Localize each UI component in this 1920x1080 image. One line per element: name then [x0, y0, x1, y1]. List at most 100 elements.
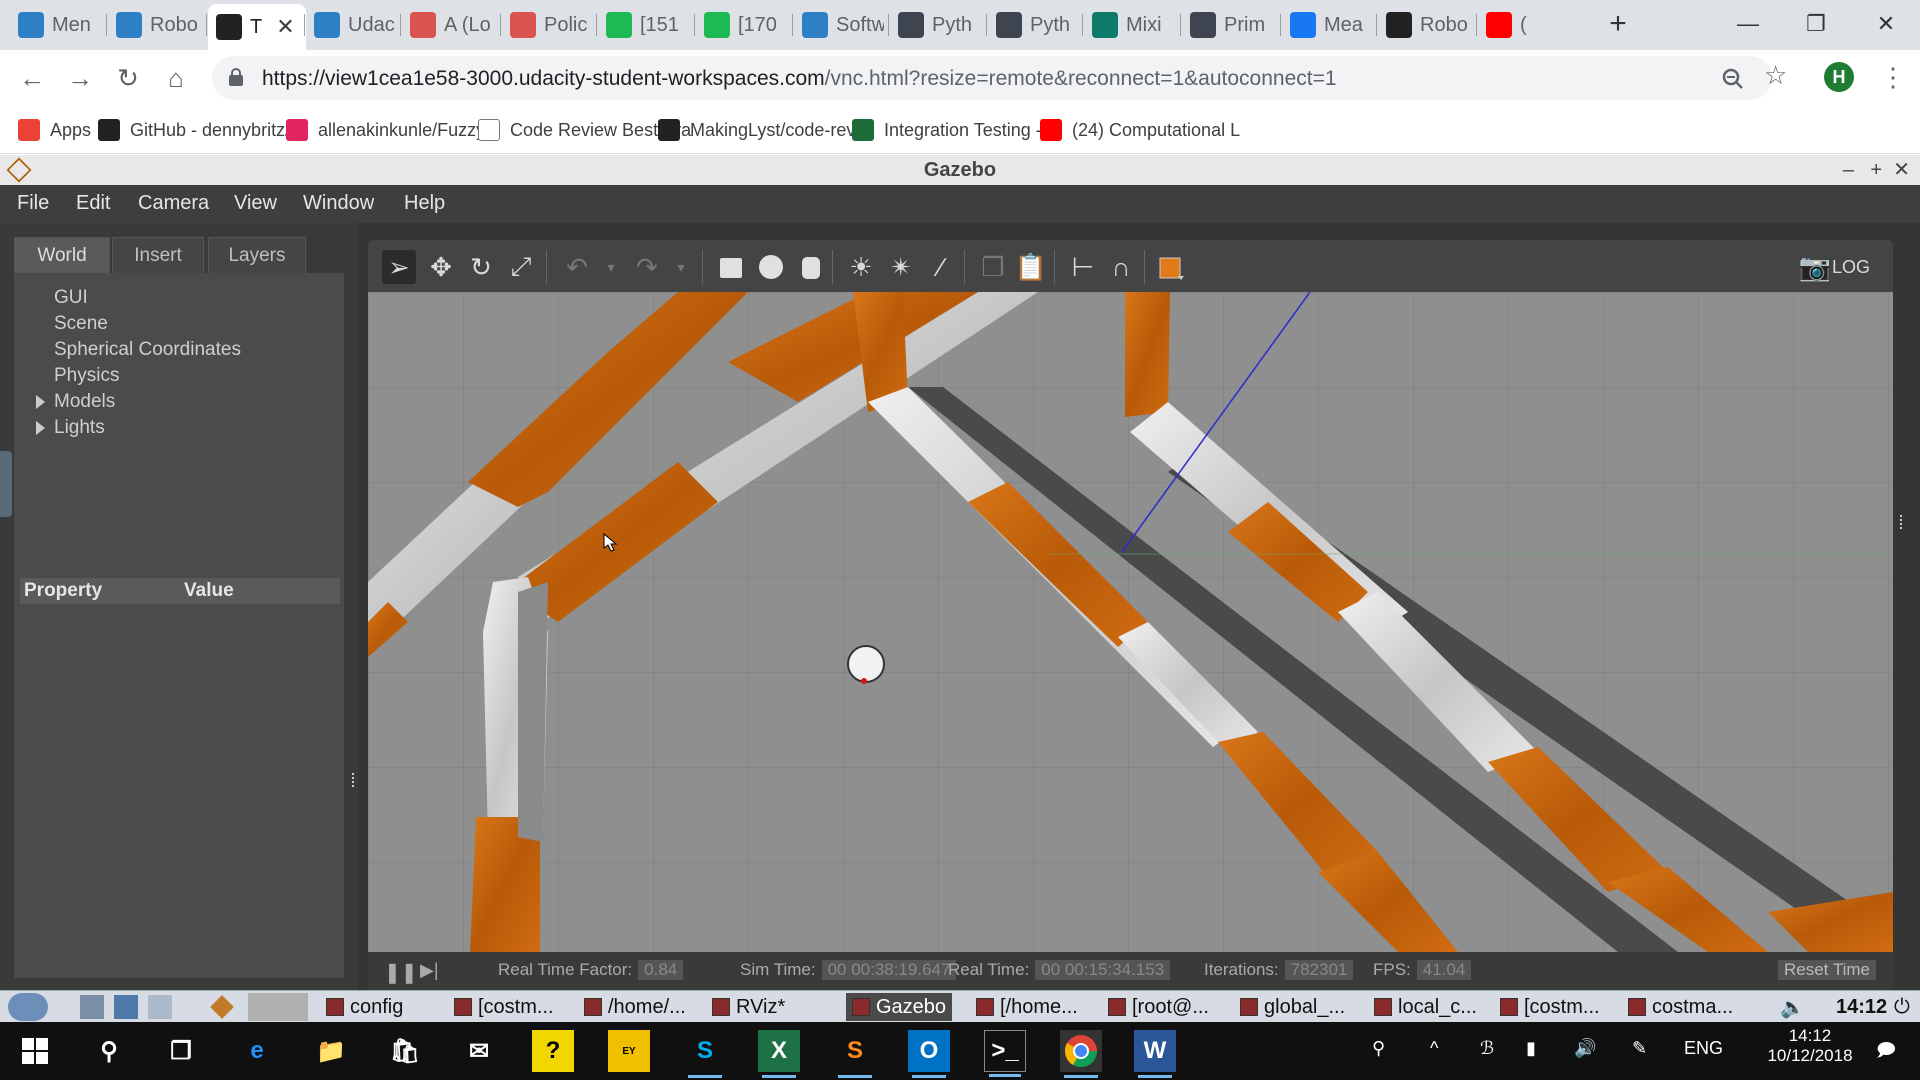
simulation-scene[interactable]: [368, 292, 1893, 952]
terminal-launcher-icon[interactable]: [148, 995, 172, 1019]
vnc-task-item[interactable]: local_c...: [1374, 993, 1477, 1021]
zoom-icon[interactable]: [1722, 68, 1744, 90]
restore-button[interactable]: ❐: [1786, 6, 1846, 42]
copy-icon[interactable]: ❐: [976, 250, 1010, 284]
new-tab-button[interactable]: +: [1588, 6, 1648, 42]
tab-13[interactable]: Mea: [1282, 6, 1372, 44]
tab-15[interactable]: (: [1478, 6, 1558, 44]
desktop-icon[interactable]: [114, 995, 138, 1019]
vnc-task-item[interactable]: /home/...: [584, 993, 686, 1021]
edge-icon[interactable]: e: [236, 1030, 278, 1072]
forward-button[interactable]: →: [62, 60, 98, 96]
screenshot-icon[interactable]: 📷: [1798, 250, 1832, 284]
power-icon[interactable]: ⏻: [1894, 993, 1910, 1021]
redo-icon[interactable]: ↷: [630, 250, 664, 284]
file-explorer-icon[interactable]: 📁: [310, 1030, 352, 1072]
log-icon[interactable]: LOG: [1832, 250, 1870, 284]
chrome-icon[interactable]: [1060, 1030, 1102, 1078]
tab-1[interactable]: Robo: [108, 6, 200, 44]
url-input[interactable]: https://view1cea1e58-3000.udacity-studen…: [212, 56, 1772, 100]
vnc-task-item[interactable]: costma...: [1628, 993, 1733, 1021]
tree-item-gui[interactable]: GUI: [54, 287, 88, 309]
undo-icon[interactable]: ↶: [560, 250, 594, 284]
paste-icon[interactable]: 📋: [1014, 250, 1048, 284]
volume-icon[interactable]: 🔈: [1780, 993, 1805, 1021]
cylinder-shape-icon[interactable]: [794, 250, 828, 284]
pause-icon[interactable]: ❚❚: [384, 960, 418, 985]
tab-10[interactable]: Pyth: [988, 6, 1078, 44]
tab-6[interactable]: [151: [598, 6, 688, 44]
menu-camera[interactable]: Camera: [138, 192, 209, 215]
undo-dropdown-icon[interactable]: ▾: [594, 250, 628, 284]
close-window-button[interactable]: ✕: [1856, 6, 1916, 42]
vnc-task-item[interactable]: global_...: [1240, 993, 1345, 1021]
menu-kebab-icon[interactable]: ⋮: [1880, 62, 1906, 93]
menu-file[interactable]: File: [17, 192, 49, 215]
robot-model[interactable]: [847, 645, 885, 683]
tab-layers[interactable]: Layers: [208, 237, 306, 273]
tab-insert[interactable]: Insert: [112, 237, 204, 273]
gazebo-launcher-icon[interactable]: [210, 995, 234, 1019]
bookmark-item[interactable]: Apps: [18, 116, 91, 144]
menu-edit[interactable]: Edit: [76, 192, 110, 215]
tab-0[interactable]: Men: [10, 6, 98, 44]
tab-close-icon[interactable]: ✕: [276, 14, 294, 40]
gz-minimize-icon[interactable]: –: [1843, 155, 1854, 185]
side-collapse-handle[interactable]: [0, 451, 12, 517]
volume-tray-icon[interactable]: 🔊: [1574, 1038, 1596, 1059]
store-icon[interactable]: 🛍: [384, 1030, 426, 1072]
select-mode-icon[interactable]: ➢: [382, 250, 416, 284]
rotate-mode-icon[interactable]: ↻: [464, 250, 498, 284]
search-icon[interactable]: ⚲: [88, 1030, 130, 1072]
tab-9[interactable]: Pyth: [890, 6, 982, 44]
tree-item-physics[interactable]: Physics: [54, 365, 119, 387]
point-light-icon[interactable]: ☀: [844, 250, 878, 284]
directional-light-icon[interactable]: ∕: [924, 250, 958, 284]
battery-icon[interactable]: ▮: [1526, 1038, 1536, 1059]
scale-mode-icon[interactable]: ⤢: [504, 250, 538, 284]
step-icon[interactable]: ▶|: [420, 960, 439, 981]
box-shape-icon[interactable]: [714, 250, 748, 284]
windows-start-icon[interactable]: [14, 1030, 56, 1072]
translate-mode-icon[interactable]: ✥: [424, 250, 458, 284]
gz-maximize-icon[interactable]: +: [1870, 155, 1882, 185]
file-manager-icon[interactable]: [80, 995, 104, 1019]
tab-12[interactable]: Prim: [1182, 6, 1276, 44]
help-icon[interactable]: ?: [532, 1030, 574, 1072]
task-view-icon[interactable]: ❐: [160, 1030, 202, 1072]
change-view-icon[interactable]: [1154, 250, 1188, 284]
tree-item-lights[interactable]: Lights: [54, 417, 105, 439]
clock[interactable]: 14:12 10/12/2018: [1750, 1026, 1870, 1066]
bookmark-item[interactable]: (24) Computational L: [1040, 116, 1240, 144]
expand-arrow-icon[interactable]: [36, 395, 45, 409]
start-menu-icon[interactable]: [8, 993, 48, 1021]
menu-view[interactable]: View: [234, 192, 277, 215]
workspace-switcher[interactable]: [248, 993, 308, 1021]
minimize-button[interactable]: —: [1718, 6, 1778, 42]
vnc-task-item[interactable]: [root@...: [1108, 993, 1209, 1021]
reset-time-button[interactable]: Reset Time: [1778, 960, 1876, 980]
tree-item-models[interactable]: Models: [54, 391, 115, 413]
vnc-task-item[interactable]: config: [326, 993, 403, 1021]
tab-14[interactable]: Robo: [1378, 6, 1470, 44]
right-splitter-handle[interactable]: [1900, 515, 1904, 529]
vnc-task-item[interactable]: RViz*: [712, 993, 785, 1021]
ey-discover-icon[interactable]: EY: [608, 1030, 650, 1072]
people-icon[interactable]: ⚲: [1372, 1038, 1385, 1059]
tab-7[interactable]: [170: [696, 6, 788, 44]
vnc-task-item[interactable]: [costm...: [1500, 993, 1600, 1021]
gz-close-icon[interactable]: ✕: [1893, 155, 1910, 185]
mail-icon[interactable]: ✉: [458, 1030, 500, 1072]
tab-5[interactable]: Polic: [502, 6, 590, 44]
sublime-text-icon[interactable]: S: [834, 1030, 876, 1078]
align-icon[interactable]: ⊢: [1066, 250, 1100, 284]
pen-icon[interactable]: ✎: [1632, 1038, 1647, 1059]
reload-button[interactable]: ↻: [110, 60, 146, 96]
bookmark-item[interactable]: allenakinkunle/Fuzzy: [286, 116, 485, 144]
snap-magnet-icon[interactable]: ∩: [1104, 250, 1138, 284]
language-indicator[interactable]: ENG: [1684, 1038, 1723, 1059]
vnc-task-item[interactable]: [/home...: [976, 993, 1078, 1021]
bookmark-star-icon[interactable]: ☆: [1764, 60, 1787, 91]
redo-dropdown-icon[interactable]: ▾: [664, 250, 698, 284]
tab-2[interactable]: T ✕: [208, 4, 306, 50]
